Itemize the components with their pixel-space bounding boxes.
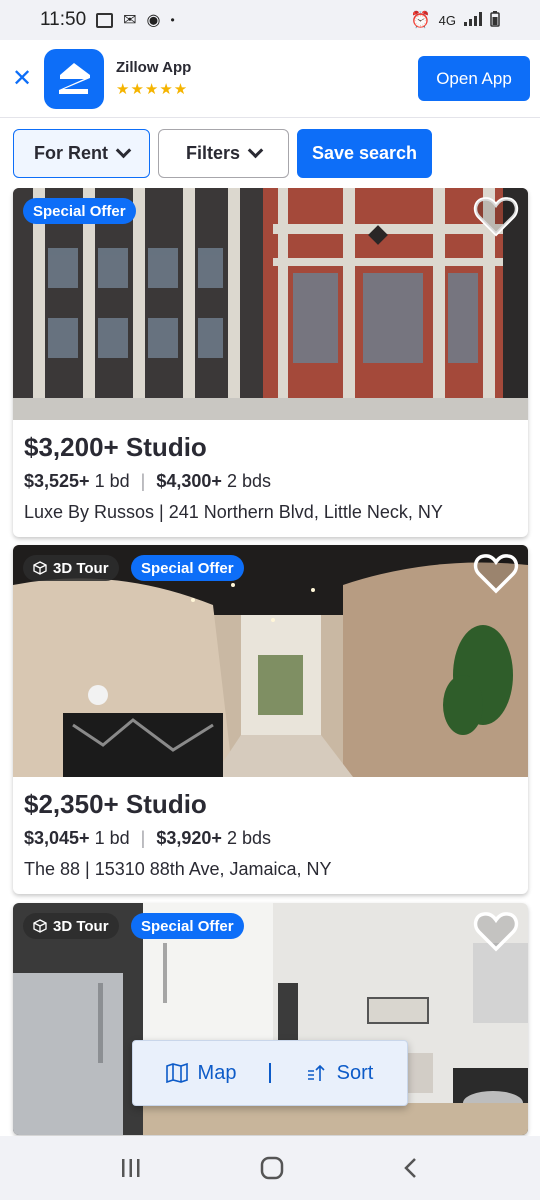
unit-price: $4,300+: [156, 471, 222, 491]
alarm-icon: ⏰: [410, 12, 431, 29]
heart-favorite-icon[interactable]: [472, 194, 520, 238]
heart-favorite-icon[interactable]: [472, 909, 520, 953]
3d-tour-label: 3D Tour: [53, 917, 109, 935]
message-icon: ✉: [123, 12, 137, 29]
unit-beds: 2 bds: [226, 471, 271, 491]
chevron-down-icon: [247, 142, 264, 158]
unit-prices: $3,525+ 1 bd | $4,300+ 2 bds: [24, 471, 517, 492]
sort-label: Sort: [336, 1061, 374, 1084]
map-sort-floating-bar: Map Sort: [132, 1040, 408, 1106]
filters-dropdown[interactable]: Filters: [158, 128, 289, 178]
special-offer-badge: Special Offer: [131, 555, 244, 581]
sort-icon: [307, 1064, 325, 1081]
map-label: Map: [197, 1061, 237, 1084]
filter-bar: For Rent Filters Save search: [0, 118, 540, 188]
listing-price: $3,200+ Studio: [24, 432, 207, 462]
status-time: 11:50: [40, 9, 87, 30]
separator: |: [140, 828, 146, 848]
zillow-logo-icon: [44, 48, 104, 109]
listing-address: The 88 | 15310 88th Ave, Jamaica, NY: [24, 859, 332, 879]
special-offer-badge: Special Offer: [23, 198, 136, 224]
for-rent-label: For Rent: [34, 142, 108, 163]
app-install-banner: ✕ Zillow App ★★★★★ Open App: [0, 40, 540, 118]
close-icon[interactable]: ✕: [0, 64, 44, 93]
gallery-icon: [96, 12, 114, 28]
save-search-button[interactable]: Save search: [297, 128, 432, 178]
3d-tour-badge: 3D Tour: [23, 555, 119, 581]
unit-beds: 1 bd: [94, 828, 130, 848]
open-app-button[interactable]: Open App: [418, 56, 530, 101]
network-label: 4G: [438, 12, 456, 28]
map-button[interactable]: Map: [133, 1062, 269, 1085]
listing-photo[interactable]: Special Offer: [13, 188, 528, 420]
home-icon[interactable]: [260, 1156, 284, 1180]
map-icon: [165, 1063, 188, 1083]
chevron-down-icon: [115, 142, 132, 158]
battery-icon: [490, 10, 500, 30]
unit-price: $3,045+: [24, 828, 90, 848]
unit-prices: $3,045+ 1 bd | $3,920+ 2 bds: [24, 828, 517, 849]
rating-stars-icon: ★★★★★: [116, 81, 189, 98]
sort-button[interactable]: Sort: [271, 1062, 407, 1085]
unit-price: $3,525+: [24, 471, 90, 491]
separator: |: [140, 471, 146, 491]
recent-apps-icon[interactable]: [119, 1157, 143, 1179]
signal-icon: [464, 11, 482, 29]
special-offer-badge: Special Offer: [131, 913, 244, 939]
status-bar: 11:50 ✉ ◉ • ⏰ 4G: [0, 0, 540, 40]
listing-photo[interactable]: 3D Tour Special Offer: [13, 545, 528, 777]
dot-icon: •: [170, 13, 175, 27]
unit-price: $3,920+: [156, 828, 222, 848]
3d-tour-label: 3D Tour: [53, 559, 109, 577]
listing-card[interactable]: 3D Tour Special Offer $2,350+ Studio $3,…: [13, 545, 528, 894]
filters-label: Filters: [185, 142, 241, 163]
unit-beds: 1 bd: [94, 471, 130, 491]
listing-card[interactable]: Special Offer $3,200+ Studio $3,525+ 1 b…: [13, 188, 528, 537]
system-navigation-bar: [0, 1136, 540, 1200]
listing-address: Luxe By Russos | 241 Northern Blvd, Litt…: [24, 502, 443, 522]
back-icon[interactable]: [401, 1156, 421, 1180]
heart-favorite-icon[interactable]: [472, 551, 520, 595]
weibo-icon: ◉: [146, 12, 161, 29]
unit-beds: 2 bds: [226, 828, 271, 848]
for-rent-dropdown[interactable]: For Rent: [13, 128, 150, 178]
listing-price: $2,350+ Studio: [24, 789, 207, 819]
cube-icon: [33, 919, 47, 933]
cube-icon: [33, 561, 47, 575]
listing-feed[interactable]: Special Offer $3,200+ Studio $3,525+ 1 b…: [0, 188, 540, 1136]
3d-tour-badge: 3D Tour: [23, 913, 119, 939]
app-name: Zillow App: [116, 59, 192, 76]
